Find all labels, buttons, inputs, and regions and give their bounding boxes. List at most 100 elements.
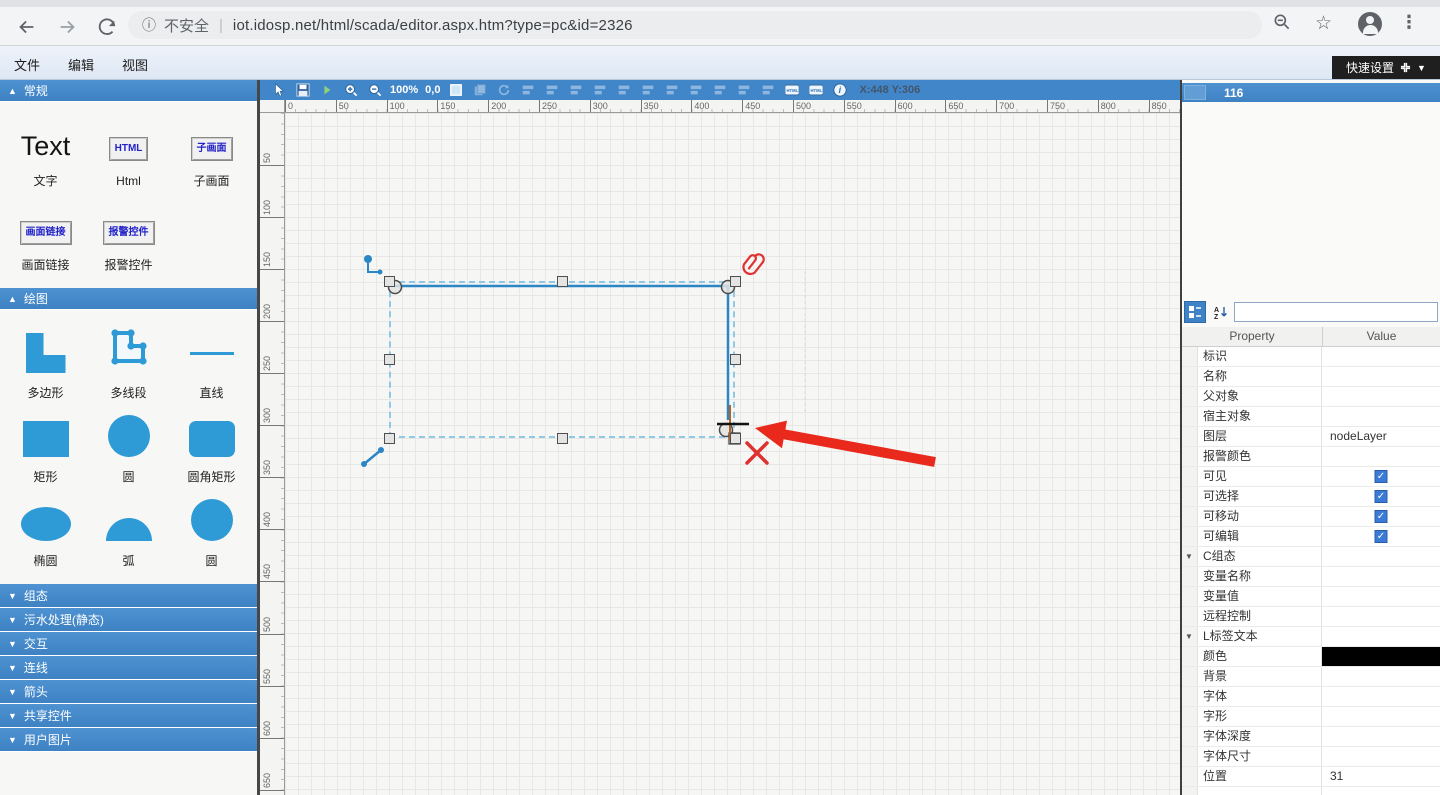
url-text[interactable]: iot.idosp.net/html/scada/editor.aspx.htm… [233, 17, 633, 34]
copy-icon[interactable] [471, 83, 488, 98]
tool-Html[interactable]: HTML Html [87, 110, 170, 194]
property-row-可见[interactable]: 可见 ✓ [1182, 467, 1440, 487]
tool-圆[interactable]: 圆 [87, 406, 170, 490]
property-value[interactable] [1322, 727, 1440, 746]
info-icon[interactable]: i [831, 83, 848, 98]
property-row-变量名称[interactable]: 变量名称 [1182, 567, 1440, 587]
tool-子画面[interactable]: 子画面 子画面 [170, 110, 253, 194]
bookmark-star-icon[interactable]: ☆ [1315, 12, 1332, 35]
property-row-可移动[interactable]: 可移动 ✓ [1182, 507, 1440, 527]
same-width-icon[interactable] [663, 83, 680, 98]
resize-handle[interactable] [729, 354, 741, 365]
zoom-in-icon[interactable] [342, 83, 359, 98]
resize-handle[interactable] [729, 275, 741, 287]
property-row-宿主对象[interactable]: 宿主对象 [1182, 407, 1440, 427]
tool-多边形[interactable]: 多边形 [4, 318, 87, 406]
property-value[interactable] [1322, 587, 1440, 606]
property-row-父对象[interactable]: 父对象 [1182, 387, 1440, 407]
tool-直线[interactable]: 直线 [170, 318, 253, 406]
section-collapse-icon[interactable]: ▼ [1185, 632, 1193, 641]
profile-avatar-icon[interactable] [1358, 12, 1382, 36]
property-row-L标签文本[interactable]: ▼ L标签文本 [1182, 627, 1440, 647]
property-row-可选择[interactable]: 可选择 ✓ [1182, 487, 1440, 507]
same-height-icon[interactable] [687, 83, 704, 98]
property-value[interactable] [1322, 607, 1440, 626]
property-row-变量值[interactable]: 变量值 [1182, 587, 1440, 607]
checkbox-checked-icon[interactable]: ✓ [1374, 470, 1388, 483]
property-value[interactable] [1322, 407, 1440, 426]
property-value[interactable] [1322, 787, 1440, 795]
panel-header-collapsed-5[interactable]: ▼ 共享控件 [0, 704, 257, 728]
same-size-icon[interactable] [711, 83, 728, 98]
panel-header-general[interactable]: ▲ 常规 [0, 80, 257, 102]
property-value[interactable] [1322, 707, 1440, 726]
page-info-icon[interactable]: ⓘ [142, 15, 156, 35]
property-row-C组态[interactable]: ▼ C组态 [1182, 547, 1440, 567]
resize-handle[interactable] [383, 432, 395, 444]
play-icon[interactable] [318, 83, 335, 98]
property-value[interactable]: ✓ [1322, 527, 1440, 546]
panel-header-collapsed-2[interactable]: ▼ 交互 [0, 632, 257, 656]
refresh-icon[interactable] [96, 16, 120, 40]
property-row-名称[interactable]: 名称 [1182, 367, 1440, 387]
property-row-标识[interactable]: 标识 [1182, 347, 1440, 367]
property-row-颜色[interactable]: 颜色 [1182, 647, 1440, 667]
tool-矩形[interactable]: 矩形 [4, 406, 87, 490]
distribute-h-icon[interactable] [735, 83, 752, 98]
resize-handle[interactable] [556, 275, 568, 287]
sort-alphabetical-icon[interactable]: AZ [1209, 301, 1231, 323]
property-value[interactable]: ✓ [1322, 487, 1440, 506]
menu-item-2[interactable]: 视图 [108, 55, 162, 74]
html-icon-2[interactable]: HTML [807, 83, 824, 98]
property-row-字体深度[interactable]: 字体深度 [1182, 727, 1440, 747]
align-top-icon[interactable] [591, 83, 608, 98]
property-value[interactable]: ✓ [1322, 507, 1440, 526]
property-value[interactable]: ✓ [1322, 467, 1440, 486]
checkbox-checked-icon[interactable]: ✓ [1374, 530, 1388, 543]
property-value[interactable] [1322, 387, 1440, 406]
checkbox-checked-icon[interactable]: ✓ [1374, 510, 1388, 523]
panel-header-collapsed-0[interactable]: ▼ 组态 [0, 584, 257, 608]
align-left-icon[interactable] [519, 83, 536, 98]
tool-椭圆[interactable]: 椭圆 [4, 490, 87, 574]
tool-圆[interactable]: 圆 [170, 490, 253, 574]
tool-弧[interactable]: 弧 [87, 490, 170, 574]
menu-item-1[interactable]: 编辑 [54, 55, 108, 74]
panel-header-collapsed-3[interactable]: ▼ 连线 [0, 656, 257, 680]
tool-文字[interactable]: Text 文字 [4, 110, 87, 194]
align-center-icon[interactable] [543, 83, 560, 98]
polyline-shape[interactable] [394, 284, 730, 420]
property-value[interactable]: 31 [1322, 767, 1440, 786]
zoom-out-icon[interactable] [366, 83, 383, 98]
property-value[interactable] [1322, 667, 1440, 686]
zoom-out-page-icon[interactable] [1272, 12, 1292, 37]
panel-header-collapsed-1[interactable]: ▼ 污水处理(静态) [0, 608, 257, 632]
align-bottom-icon[interactable] [639, 83, 656, 98]
property-row-背景[interactable]: 背景 [1182, 667, 1440, 687]
forward-icon[interactable] [56, 16, 80, 40]
property-value[interactable] [1322, 367, 1440, 386]
property-filter-input[interactable] [1234, 302, 1438, 322]
property-row-可编辑[interactable]: 可编辑 ✓ [1182, 527, 1440, 547]
menu-item-0[interactable]: 文件 [0, 55, 54, 74]
property-value[interactable] [1322, 687, 1440, 706]
resize-handle[interactable] [729, 432, 741, 444]
property-row-图层[interactable]: 图层 nodeLayer [1182, 427, 1440, 447]
property-row-报警颜色[interactable]: 报警颜色 [1182, 447, 1440, 467]
cursor-icon[interactable] [270, 83, 287, 98]
property-value[interactable]: nodeLayer [1322, 427, 1440, 446]
tool-圆角矩形[interactable]: 圆角矩形 [170, 406, 253, 490]
property-row-位置[interactable]: 位置 31 [1182, 767, 1440, 787]
back-icon[interactable] [16, 16, 40, 40]
url-bar[interactable]: ⓘ 不安全 | iot.idosp.net/html/scada/editor.… [128, 11, 1262, 39]
tool-画面链接[interactable]: 画面链接 画面链接 [4, 194, 87, 278]
property-value[interactable] [1322, 547, 1440, 566]
resize-handle[interactable] [556, 432, 568, 444]
panel-header-collapsed-6[interactable]: ▼ 用户图片 [0, 728, 257, 752]
checkbox-checked-icon[interactable]: ✓ [1374, 490, 1388, 503]
property-value[interactable] [1322, 567, 1440, 586]
property-value[interactable] [1322, 747, 1440, 766]
quick-settings-button[interactable]: 快速设置 ▼ [1332, 56, 1440, 79]
rotate-icon[interactable] [495, 83, 512, 98]
section-collapse-icon[interactable]: ▼ [1185, 552, 1193, 561]
